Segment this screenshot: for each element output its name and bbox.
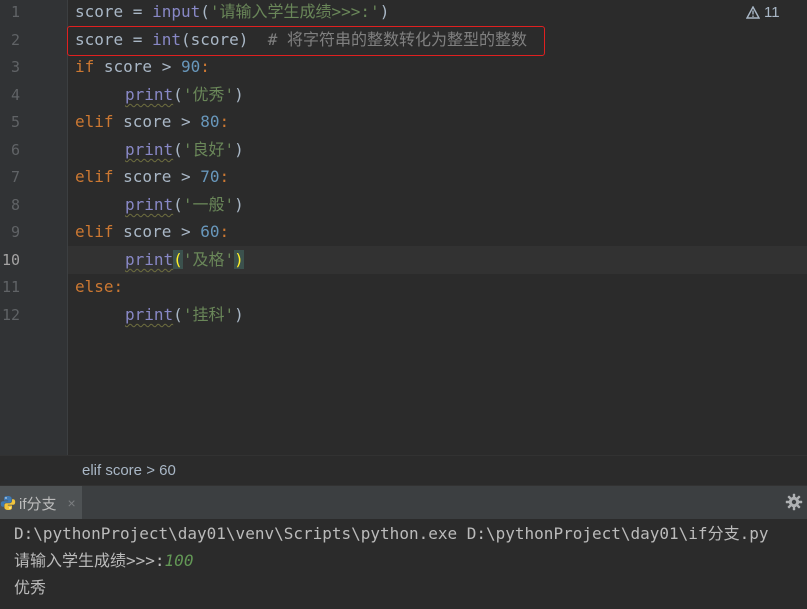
line-number-active: 10 — [1, 251, 20, 269]
code-line-3[interactable]: if score > 90: — [75, 56, 210, 78]
line-number: 4 — [10, 86, 20, 104]
line-number: 6 — [10, 141, 20, 159]
code-line-5[interactable]: elif score > 80: — [75, 111, 229, 133]
gear-icon — [785, 493, 803, 511]
code-line-7[interactable]: elif score > 70: — [75, 166, 229, 188]
line-number: 11 — [1, 278, 20, 296]
matched-paren-open: ( — [173, 250, 183, 269]
line-number: 7 — [10, 168, 20, 186]
code-line-2[interactable]: score = int(score) # 将字符串的整数转化为整型的整数 — [75, 29, 527, 51]
settings-button[interactable] — [785, 493, 803, 515]
code-line-1[interactable]: score = input('请输入学生成绩>>>:') — [75, 1, 389, 23]
python-icon — [0, 496, 16, 510]
run-tab[interactable]: if分支 × — [0, 486, 82, 520]
line-number: 5 — [10, 113, 20, 131]
code-line-12[interactable]: print('挂科') — [125, 304, 244, 326]
close-icon[interactable]: × — [68, 495, 76, 511]
code-line-11[interactable]: else: — [75, 276, 123, 298]
code-line-9[interactable]: elif score > 60: — [75, 221, 229, 243]
breadcrumb-bar: elif score > 60 — [0, 455, 807, 486]
run-tool-window-header: if分支 × — [0, 485, 807, 520]
line-number: 1 — [10, 3, 20, 21]
code-line-10[interactable]: print('及格') — [125, 249, 244, 271]
run-tab-label: if分支 — [19, 495, 57, 513]
warning-count: 11 — [764, 4, 780, 21]
matched-paren-close: ) — [234, 250, 244, 269]
console-prompt-line: 请输入学生成绩>>>:100 — [14, 551, 194, 570]
warning-icon — [746, 6, 760, 19]
run-console[interactable]: D:\pythonProject\day01\venv\Scripts\pyth… — [0, 519, 807, 609]
line-number-gutter: 1 2 3 4 5 6 7 8 9 10 11 12 — [0, 0, 68, 455]
line-number: 9 — [10, 223, 20, 241]
console-output-line: 优秀 — [14, 578, 47, 597]
inspection-warnings[interactable]: 11 — [746, 4, 780, 21]
code-editor[interactable]: 1 2 3 4 5 6 7 8 9 10 11 12 11 score = in… — [0, 0, 807, 455]
line-number: 8 — [10, 196, 20, 214]
line-number: 2 — [10, 31, 20, 49]
line-number: 3 — [10, 58, 20, 76]
console-user-input: 100 — [164, 551, 194, 570]
breadcrumb[interactable]: elif score > 60 — [82, 462, 176, 479]
code-line-6[interactable]: print('良好') — [125, 139, 244, 161]
code-line-8[interactable]: print('一般') — [125, 194, 244, 216]
line-number: 12 — [1, 306, 20, 324]
console-command-line: D:\pythonProject\day01\venv\Scripts\pyth… — [14, 524, 769, 543]
code-line-4[interactable]: print('优秀') — [125, 84, 244, 106]
